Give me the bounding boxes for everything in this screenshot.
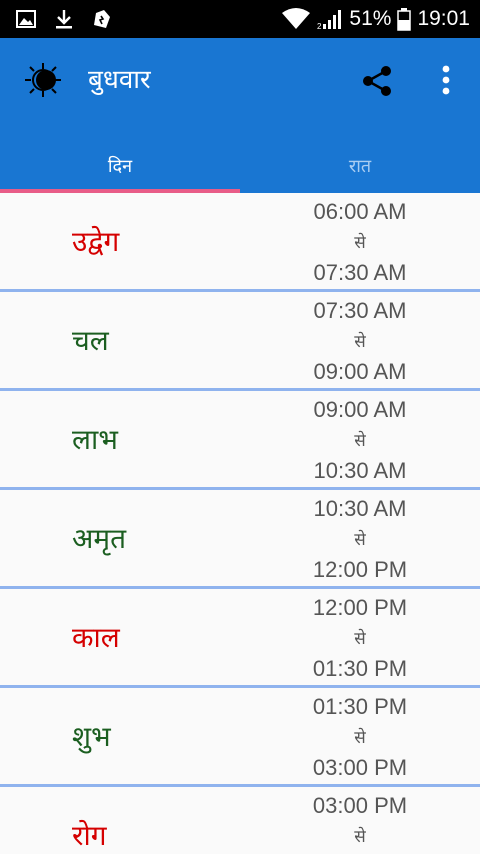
status-bar-right: 2 51% 19:01 [281,0,470,38]
time-range: 09:00 AM से 10:30 AM [290,395,430,487]
time-range: 07:30 AM से 09:00 AM [290,296,430,388]
choghadiya-list[interactable]: उद्वेग 06:00 AM से 07:30 AM चल 07:30 AM … [0,193,480,854]
start-time: 12:00 PM [312,595,408,620]
start-time: 01:30 PM [312,694,408,719]
share-icon[interactable] [360,64,394,98]
muhurat-name: शुभ [72,720,111,753]
tab-bar: दिन रात [0,138,480,193]
sun-icon[interactable] [22,62,64,98]
gallery-icon [16,10,36,28]
end-time: 10:30 AM [313,458,407,483]
separator-text: से [354,331,366,352]
separator-text: से [354,430,366,451]
separator-text: से [354,529,366,550]
list-item[interactable]: काल 12:00 PM से 01:30 PM [0,589,480,688]
list-item[interactable]: रोग 03:00 PM से [0,787,480,854]
start-time: 06:00 AM [313,199,407,224]
more-vert-icon[interactable] [432,64,460,98]
muhurat-name: चल [72,324,109,357]
end-time: 12:00 PM [312,557,408,582]
notification-icon [94,10,110,28]
tab-day[interactable]: दिन [0,138,240,193]
time-range: 12:00 PM से 01:30 PM [290,593,430,685]
end-time: 07:30 AM [313,260,407,285]
tab-night[interactable]: रात [240,138,480,193]
end-time: 01:30 PM [312,656,408,681]
list-item[interactable]: अमृत 10:30 AM से 12:00 PM [0,490,480,589]
time-range: 01:30 PM से 03:00 PM [290,692,430,784]
start-time: 03:00 PM [312,793,408,818]
muhurat-name: रोग [72,819,107,852]
separator-text: से [354,628,366,649]
svg-text:2: 2 [317,22,322,31]
battery-percent: 51% [349,7,392,30]
app-bar: बुधवार दिन रात [0,38,480,193]
separator-text: से [354,232,366,253]
time-range: 03:00 PM से [290,791,430,852]
time-range: 06:00 AM से 07:30 AM [290,197,430,289]
tab-day-label: दिन [107,155,133,177]
muhurat-name: काल [72,621,120,654]
tab-night-label: रात [348,155,372,177]
separator-text: से [354,727,366,748]
list-item[interactable]: चल 07:30 AM से 09:00 AM [0,292,480,391]
muhurat-name: अमृत [72,522,127,555]
separator-text: से [354,826,366,847]
battery-icon [397,8,412,31]
list-item[interactable]: शुभ 01:30 PM से 03:00 PM [0,688,480,787]
page-title: बुधवार [88,65,151,95]
list-item[interactable]: उद्वेग 06:00 AM से 07:30 AM [0,193,480,292]
start-time: 10:30 AM [313,496,407,521]
status-bar-left [14,6,114,32]
download-icon [56,10,72,29]
start-time: 09:00 AM [313,397,407,422]
status-bar: 2 51% 19:01 [0,0,480,38]
muhurat-name: उद्वेग [72,225,120,258]
time-range: 10:30 AM से 12:00 PM [290,494,430,586]
clock: 19:01 [417,7,470,30]
muhurat-name: लाभ [72,423,118,456]
wifi-icon [282,8,311,29]
list-item[interactable]: लाभ 09:00 AM से 10:30 AM [0,391,480,490]
end-time: 03:00 PM [312,755,408,780]
end-time: 09:00 AM [313,359,407,384]
signal-icon: 2 [317,10,342,31]
start-time: 07:30 AM [313,298,407,323]
